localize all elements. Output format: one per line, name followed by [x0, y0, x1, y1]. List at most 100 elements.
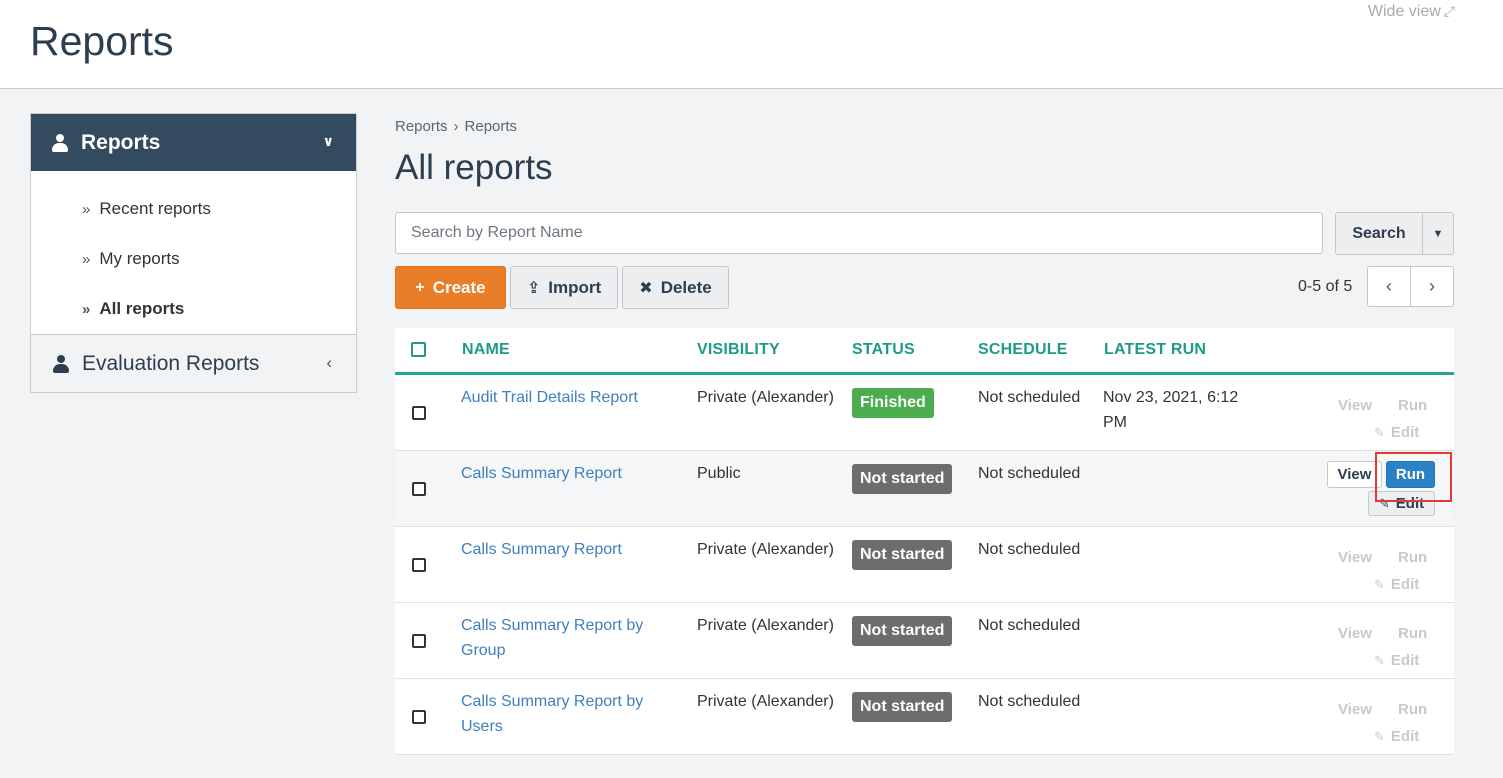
report-name-link[interactable]: Audit Trail Details Report	[461, 385, 681, 410]
row-checkbox[interactable]	[412, 406, 426, 420]
table-header: NAME VISIBILITY STATUS SCHEDULE LATEST R…	[395, 328, 1454, 375]
sidebar-item-label: Recent reports	[99, 199, 211, 218]
expand-icon: ⤢	[1443, 3, 1455, 19]
select-all-checkbox[interactable]	[411, 342, 426, 357]
breadcrumb-separator-icon: ›	[453, 118, 459, 135]
edit-icon: ✎	[1374, 425, 1385, 440]
schedule-cell: Not scheduled	[978, 465, 1081, 482]
table-row: Calls Summary Report by Group Private (A…	[395, 603, 1454, 679]
visibility-cell: Private (Alexander)	[697, 693, 834, 710]
column-header-name[interactable]: NAME	[462, 341, 510, 359]
status-badge: Not started	[852, 464, 953, 494]
double-chevron-right-icon: »	[82, 300, 91, 318]
column-header-visibility[interactable]: VISIBILITY	[697, 341, 780, 359]
row-checkbox[interactable]	[412, 634, 426, 648]
status-cell: Finished	[852, 388, 934, 418]
schedule-cell: Not scheduled	[978, 389, 1081, 406]
edit-icon: ✎	[1374, 577, 1385, 592]
user-icon	[52, 133, 68, 152]
search-input[interactable]	[395, 212, 1323, 254]
close-icon: ✖	[639, 279, 653, 297]
sidebar-header-label: Reports	[81, 130, 161, 154]
wide-view-label: Wide view	[1367, 3, 1441, 20]
caret-down-icon: ▼	[1432, 227, 1444, 240]
run-button[interactable]: Run	[1398, 701, 1427, 718]
column-header-status[interactable]: STATUS	[852, 341, 915, 359]
section-heading: All reports	[395, 148, 553, 187]
view-button[interactable]: View	[1338, 397, 1372, 414]
status-cell: Not started	[852, 616, 953, 646]
edit-label: Edit	[1390, 652, 1420, 669]
table-row: Calls Summary Report Public Not started …	[395, 451, 1454, 527]
view-button[interactable]: View	[1327, 461, 1382, 488]
sidebar-section-label: Evaluation Reports	[82, 351, 260, 375]
visibility-cell: Private (Alexander)	[697, 389, 834, 406]
edit-button[interactable]: ✎ Edit	[1374, 728, 1419, 745]
sidebar-item-label: All reports	[99, 299, 185, 318]
status-badge: Not started	[852, 540, 953, 570]
reports-table: NAME VISIBILITY STATUS SCHEDULE LATEST R…	[395, 328, 1454, 755]
sidebar-section-evaluation-reports[interactable]: Evaluation Reports ‹	[31, 334, 356, 392]
prev-page-button[interactable]: ‹	[1368, 267, 1411, 306]
page-title: Reports	[30, 18, 174, 64]
import-label: Import	[548, 277, 602, 297]
sidebar-item-my-reports[interactable]: » My reports	[31, 234, 356, 284]
view-button[interactable]: View	[1338, 549, 1372, 566]
edit-button[interactable]: ✎ Edit	[1374, 652, 1419, 669]
search-button[interactable]: Search	[1335, 212, 1423, 255]
report-name-link[interactable]: Calls Summary Report by Users	[461, 689, 681, 739]
edit-icon: ✎	[1374, 729, 1385, 744]
breadcrumb-item[interactable]: Reports	[395, 118, 448, 135]
row-checkbox[interactable]	[412, 710, 426, 724]
status-badge: Finished	[852, 388, 934, 418]
run-button[interactable]: Run	[1398, 625, 1427, 642]
report-name-link[interactable]: Calls Summary Report by Group	[461, 613, 681, 663]
schedule-cell: Not scheduled	[978, 617, 1081, 634]
upload-icon: ⇪	[526, 279, 541, 297]
sidebar-reports-header[interactable]: Reports ∨	[31, 114, 356, 171]
wide-view-toggle[interactable]: Wide view ⤢	[1368, 3, 1455, 21]
user-icon	[53, 354, 69, 373]
double-chevron-right-icon: »	[82, 200, 91, 218]
search-options-dropdown[interactable]: ▼	[1422, 212, 1454, 255]
delete-button[interactable]: ✖ Delete	[622, 266, 729, 309]
visibility-cell: Private (Alexander)	[697, 541, 834, 558]
pagination: ‹ ›	[1367, 266, 1454, 307]
breadcrumb: Reports › Reports	[395, 118, 517, 135]
run-button[interactable]: Run	[1398, 549, 1427, 566]
view-button[interactable]: View	[1338, 625, 1372, 642]
edit-icon: ✎	[1374, 653, 1385, 668]
latest-run-cell: Nov 23, 2021, 6:12 PM	[1103, 389, 1239, 431]
next-page-button[interactable]: ›	[1411, 267, 1453, 306]
schedule-cell: Not scheduled	[978, 693, 1081, 710]
column-header-schedule[interactable]: SCHEDULE	[978, 341, 1068, 359]
pagination-count: 0-5 of 5	[1298, 278, 1353, 295]
edit-button[interactable]: ✎ Edit	[1374, 576, 1419, 593]
edit-label: Edit	[1390, 424, 1420, 441]
breadcrumb-item[interactable]: Reports	[465, 118, 518, 135]
table-row: Audit Trail Details Report Private (Alex…	[395, 375, 1454, 451]
report-name-link[interactable]: Calls Summary Report	[461, 537, 681, 562]
visibility-cell: Private (Alexander)	[697, 617, 834, 634]
status-cell: Not started	[852, 540, 953, 570]
row-checkbox[interactable]	[412, 482, 426, 496]
highlight-box	[1375, 452, 1452, 502]
edit-button[interactable]: ✎ Edit	[1374, 424, 1419, 441]
status-cell: Not started	[852, 464, 953, 494]
view-button[interactable]: View	[1338, 701, 1372, 718]
create-button[interactable]: + Create	[395, 266, 506, 309]
sidebar-item-all-reports[interactable]: » All reports	[31, 284, 356, 334]
run-button[interactable]: Run	[1398, 397, 1427, 414]
report-name-link[interactable]: Calls Summary Report	[461, 461, 681, 486]
chevron-down-icon: ∨	[322, 133, 334, 149]
import-button[interactable]: ⇪ Import	[510, 266, 618, 309]
schedule-cell: Not scheduled	[978, 541, 1081, 558]
double-chevron-right-icon: »	[82, 250, 91, 268]
plus-icon: +	[415, 278, 425, 296]
sidebar-item-recent-reports[interactable]: » Recent reports	[31, 184, 356, 234]
visibility-cell: Public	[697, 465, 741, 482]
column-header-latest-run[interactable]: LATEST RUN	[1104, 341, 1206, 359]
chevron-left-icon: ‹	[326, 353, 332, 372]
edit-label: Edit	[1390, 728, 1420, 745]
row-checkbox[interactable]	[412, 558, 426, 572]
